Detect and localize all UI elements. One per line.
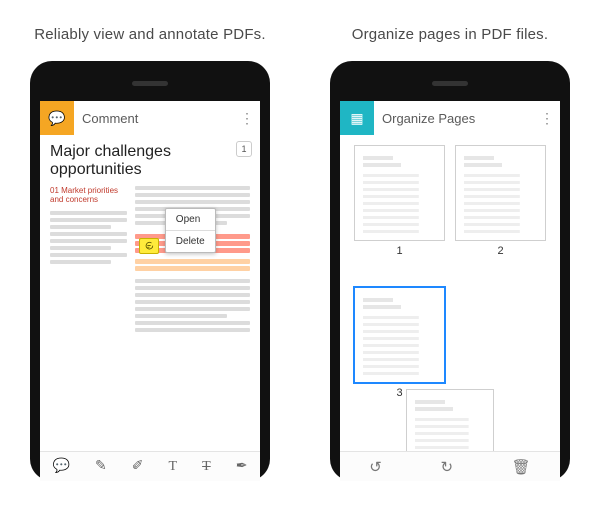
phone-frame-left: 💬 Comment ⋮ 1 Major challenges opportuni… xyxy=(30,61,270,481)
page-label: 1 xyxy=(396,245,402,257)
topbar-comment: 💬 Comment ⋮ xyxy=(40,101,260,135)
topbar-title-comment: Comment xyxy=(74,111,234,126)
caption-organize: Organize pages in PDF files. xyxy=(352,26,549,43)
overflow-menu-button[interactable]: ⋮ xyxy=(234,110,260,127)
rotate-ccw-icon[interactable]: ↺ xyxy=(369,458,382,476)
menu-item-delete[interactable]: Delete xyxy=(166,230,215,252)
comment-icon: 💬 xyxy=(48,111,65,125)
rotate-cw-icon[interactable]: ↻ xyxy=(440,458,453,476)
panel-annotate: Reliably view and annotate PDFs. 💬 Comme… xyxy=(10,0,290,510)
doc-columns: 01 Market priorities and concerns xyxy=(50,186,250,335)
trash-icon[interactable]: 🗑 xyxy=(512,458,531,476)
annotation-toolbar: 💬 ✎ ✐ T T ✒ xyxy=(40,451,260,481)
caption-annotate: Reliably view and annotate PDFs. xyxy=(34,26,266,43)
thumbnail xyxy=(354,145,445,241)
pencil-tool-icon[interactable]: ✎ xyxy=(95,458,107,475)
text-tool-icon[interactable]: T xyxy=(169,459,178,475)
highlight-annotation[interactable] xyxy=(135,259,250,264)
topbar-accent-comment[interactable]: 💬 xyxy=(40,101,74,135)
thumbnail-selected xyxy=(354,287,445,383)
organize-toolbar: ↺ ↻ 🗑 xyxy=(340,451,560,481)
page-number-badge: 1 xyxy=(236,141,252,157)
highlight-annotation[interactable] xyxy=(135,266,250,271)
sticky-note-icon[interactable] xyxy=(139,238,159,254)
strikethrough-tool-icon[interactable]: T xyxy=(202,459,211,475)
doc-title: Major challenges opportunities xyxy=(50,143,250,178)
organize-icon: ▦ xyxy=(350,111,363,125)
document-view[interactable]: 1 Major challenges opportunities 01 Mark… xyxy=(40,135,260,451)
page-thumb-3[interactable]: 3 xyxy=(354,287,445,399)
phone-speaker xyxy=(432,81,468,86)
page-thumb-2[interactable]: 2 xyxy=(455,145,546,257)
topbar-accent-organize[interactable]: ▦ xyxy=(340,101,374,135)
highlighter-tool-icon[interactable]: ✐ xyxy=(132,458,144,475)
page-label: 3 xyxy=(396,387,402,399)
section-heading: 01 Market priorities and concerns xyxy=(50,186,127,204)
thumbnail xyxy=(455,145,546,241)
doc-col-right: Open Delete xyxy=(135,186,250,335)
page-label: 2 xyxy=(497,245,503,257)
topbar-title-organize: Organize Pages xyxy=(374,111,534,126)
screen-right: ▦ Organize Pages ⋮ 1 2 3 xyxy=(340,101,560,481)
signature-tool-icon[interactable]: ✒ xyxy=(236,458,248,475)
page-thumb-1[interactable]: 1 xyxy=(354,145,445,257)
thumbnail xyxy=(406,389,494,451)
doc-col-left: 01 Market priorities and concerns xyxy=(50,186,127,335)
menu-item-open[interactable]: Open xyxy=(166,209,215,230)
context-menu: Open Delete xyxy=(165,208,216,253)
page-thumbnail-grid: 1 2 3 4 xyxy=(340,135,560,451)
screen-left: 💬 Comment ⋮ 1 Major challenges opportuni… xyxy=(40,101,260,481)
phone-speaker xyxy=(132,81,168,86)
comment-tool-icon[interactable]: 💬 xyxy=(53,458,70,475)
overflow-menu-button[interactable]: ⋮ xyxy=(534,110,560,127)
topbar-organize: ▦ Organize Pages ⋮ xyxy=(340,101,560,135)
phone-frame-right: ▦ Organize Pages ⋮ 1 2 3 xyxy=(330,61,570,481)
panel-organize: Organize pages in PDF files. ▦ Organize … xyxy=(310,0,590,510)
page-thumb-4[interactable]: 4 xyxy=(406,389,494,451)
